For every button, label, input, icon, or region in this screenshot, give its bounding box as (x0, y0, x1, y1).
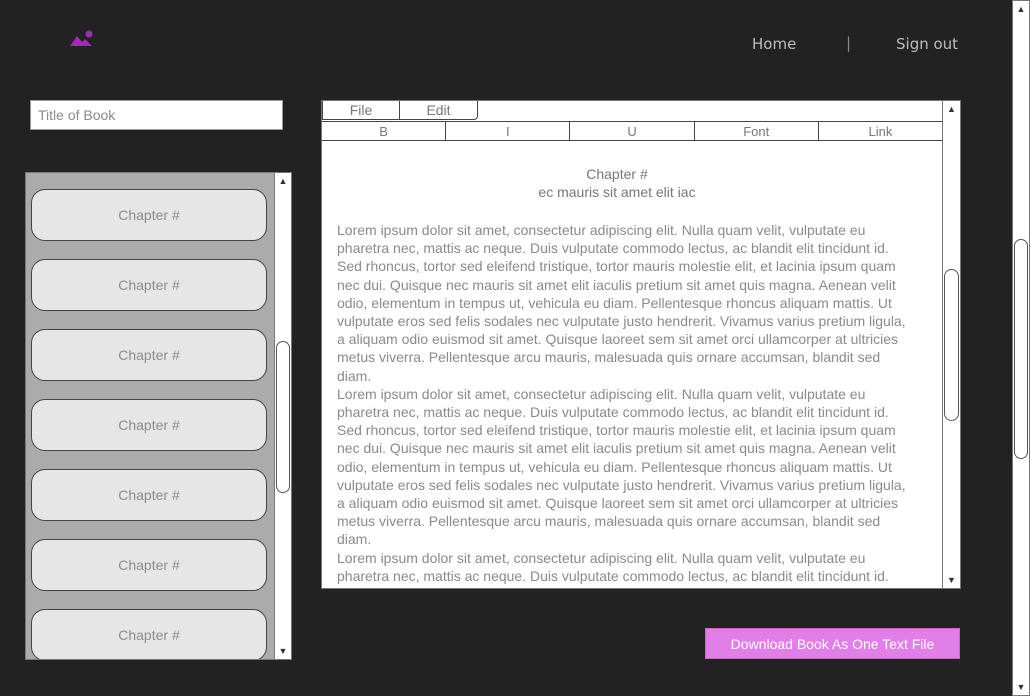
chapter-body-text[interactable]: Lorem ipsum dolor sit amet, consectetur … (337, 221, 909, 588)
menu-edit[interactable]: Edit (399, 101, 478, 120)
chapter-button[interactable]: Chapter # (31, 469, 267, 521)
paragraph: Lorem ipsum dolor sit amet, consectetur … (337, 222, 906, 384)
arrow-up-icon[interactable]: ▲ (275, 173, 291, 189)
chapter-list: Chapter # Chapter # Chapter # Chapter # … (25, 172, 275, 660)
page-scrollbar[interactable]: ▲ ▼ (1012, 0, 1030, 696)
arrow-down-icon[interactable]: ▼ (1013, 679, 1029, 695)
chapter-list-scrollbar[interactable]: ▲ ▼ (274, 172, 292, 660)
nav-sign-out-link[interactable]: Sign out (896, 35, 958, 53)
menu-file[interactable]: File (322, 101, 400, 120)
font-button[interactable]: Font (695, 122, 819, 140)
chapter-button[interactable]: Chapter # (31, 609, 267, 659)
book-title-input[interactable] (30, 100, 283, 130)
arrow-down-icon[interactable]: ▼ (943, 572, 960, 588)
chapter-button[interactable]: Chapter # (31, 189, 267, 241)
nav-separator: | (846, 34, 852, 52)
chapter-editor[interactable]: File Edit B I U Font Link Chapter # ec m… (321, 100, 943, 589)
bold-button[interactable]: B (322, 122, 447, 140)
chapter-subtitle: ec mauris sit amet elit iac (538, 184, 696, 200)
editor-scrollbar[interactable]: ▲ ▼ (942, 100, 961, 589)
format-toolbar: B I U Font Link (322, 121, 942, 141)
scrollbar-thumb[interactable] (276, 341, 290, 493)
chapter-button[interactable]: Chapter # (31, 329, 267, 381)
arrow-down-icon[interactable]: ▼ (275, 643, 291, 659)
scrollbar-thumb[interactable] (1014, 239, 1028, 459)
nav-home-link[interactable]: Home (752, 35, 796, 53)
chapter-button[interactable]: Chapter # (31, 399, 267, 451)
italic-button[interactable]: I (446, 122, 571, 140)
underline-button[interactable]: U (570, 122, 695, 140)
download-book-button[interactable]: Download Book As One Text File (705, 628, 960, 659)
paragraph: Lorem ipsum dolor sit amet, consectetur … (337, 549, 896, 588)
image-icon (70, 30, 93, 46)
paragraph: Lorem ipsum dolor sit amet, consectetur … (337, 385, 906, 548)
arrow-up-icon[interactable]: ▲ (1013, 1, 1029, 17)
link-button[interactable]: Link (819, 122, 942, 140)
chapter-button[interactable]: Chapter # (31, 259, 267, 311)
chapter-title: Chapter # (586, 166, 648, 182)
scrollbar-thumb[interactable] (944, 269, 959, 421)
arrow-up-icon[interactable]: ▲ (943, 101, 960, 117)
chapter-button[interactable]: Chapter # (31, 539, 267, 591)
